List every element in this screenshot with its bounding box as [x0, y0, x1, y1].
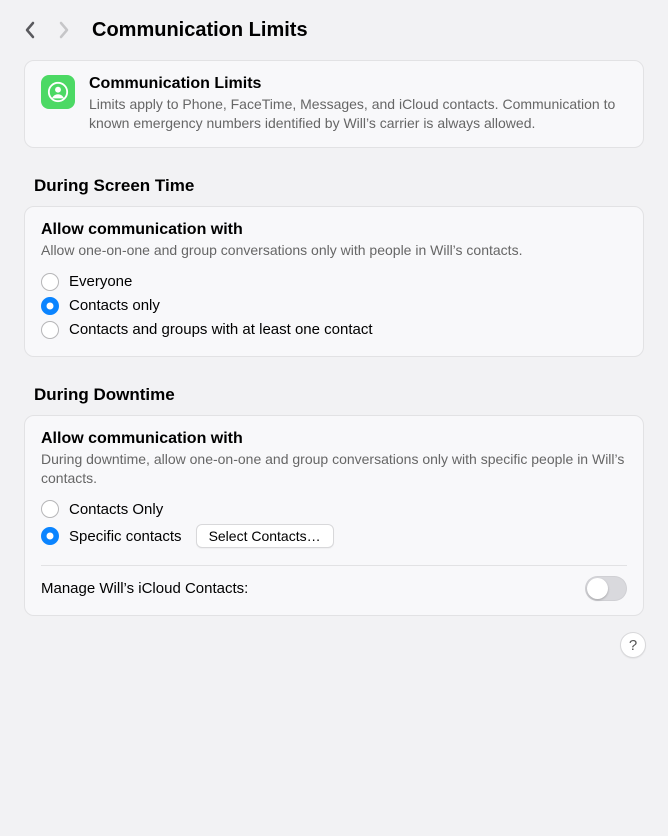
downtime-sub-desc: During downtime, allow one-on-one and gr… [41, 450, 627, 488]
manage-icloud-label: Manage Will’s iCloud Contacts: [41, 580, 248, 597]
info-desc: Limits apply to Phone, FaceTime, Message… [89, 95, 627, 133]
communication-limits-icon [41, 75, 75, 109]
radio-label: Contacts Only [69, 501, 163, 518]
screen-time-sub-desc: Allow one-on-one and group conversations… [41, 241, 627, 260]
radio-row-contacts-groups[interactable]: Contacts and groups with at least one co… [41, 318, 627, 342]
radio-dt-contacts-only[interactable] [41, 500, 59, 518]
nav-arrows [22, 18, 72, 42]
radio-row-everyone[interactable]: Everyone [41, 270, 627, 294]
info-text: Communication Limits Limits apply to Pho… [89, 75, 627, 133]
radio-everyone[interactable] [41, 273, 59, 291]
radio-row-dt-contacts-only[interactable]: Contacts Only [41, 497, 627, 521]
radio-dt-specific[interactable] [41, 527, 59, 545]
select-contacts-button[interactable]: Select Contacts… [196, 524, 334, 548]
page-title: Communication Limits [92, 19, 308, 42]
section-heading-downtime: During Downtime [34, 385, 644, 405]
radio-label: Specific contacts [69, 528, 182, 545]
screen-time-sub-heading: Allow communication with [41, 221, 627, 239]
help-icon: ? [629, 637, 637, 654]
radio-contacts-groups[interactable] [41, 321, 59, 339]
manage-icloud-row: Manage Will’s iCloud Contacts: [41, 576, 627, 601]
info-card: Communication Limits Limits apply to Pho… [24, 60, 644, 148]
downtime-sub-heading: Allow communication with [41, 430, 627, 448]
help-row: ? [0, 616, 668, 658]
chevron-right-icon [58, 21, 70, 39]
help-button[interactable]: ? [620, 632, 646, 658]
forward-button [56, 18, 72, 42]
section-heading-screen-time: During Screen Time [34, 176, 644, 196]
radio-label: Contacts and groups with at least one co… [69, 321, 373, 338]
radio-label: Contacts only [69, 297, 160, 314]
chevron-left-icon [24, 21, 36, 39]
manage-icloud-toggle[interactable] [585, 576, 627, 601]
radio-row-dt-specific[interactable]: Specific contacts Select Contacts… [41, 521, 627, 551]
radio-contacts-only[interactable] [41, 297, 59, 315]
separator [41, 565, 627, 566]
radio-row-contacts-only[interactable]: Contacts only [41, 294, 627, 318]
radio-label: Everyone [69, 273, 132, 290]
header-bar: Communication Limits [0, 0, 668, 52]
downtime-card: Allow communication with During downtime… [24, 415, 644, 617]
screen-time-card: Allow communication with Allow one-on-on… [24, 206, 644, 357]
info-title: Communication Limits [89, 75, 627, 93]
content-area: Communication Limits Limits apply to Pho… [0, 52, 668, 616]
back-button[interactable] [22, 18, 38, 42]
